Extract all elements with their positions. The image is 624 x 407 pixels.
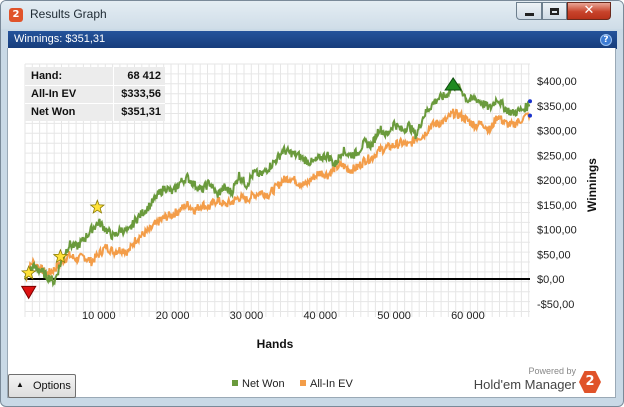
y-tick-label: $150,00 [537, 200, 577, 212]
x-tick-label: 40 000 [303, 310, 337, 322]
x-tick-label: 20 000 [156, 310, 190, 322]
y-axis-label: Winnings [585, 158, 599, 212]
stats-value: $351,31 [121, 106, 161, 118]
stats-value: $333,56 [121, 88, 161, 100]
brand-name: Hold'em Manager [473, 377, 576, 392]
legend-item-allin-ev[interactable]: All-In EV [300, 378, 353, 390]
legend-label: All-In EV [310, 378, 353, 390]
stats-value: 68 412 [127, 70, 161, 82]
holdem-manager-logo-icon: 2 [579, 371, 601, 393]
end-dot-icon [528, 113, 532, 118]
stats-table: Hand: 68 412 All-In EV $333,56 Net Won $… [25, 67, 165, 121]
x-axis-label: Hands [257, 337, 294, 351]
expand-up-icon: ▲ [16, 380, 24, 389]
x-tick-label: 10 000 [82, 310, 116, 322]
x-tick-label: 60 000 [451, 310, 485, 322]
legend-label: Net Won [242, 378, 285, 390]
y-tick-label: $250,00 [537, 150, 577, 162]
y-tick-label: $400,00 [537, 76, 577, 88]
stats-row-hands: Hand: 68 412 [25, 67, 165, 86]
y-tick-label: $0,00 [537, 274, 565, 286]
y-tick-label: -$50,00 [537, 299, 574, 311]
options-label: Options [33, 380, 71, 392]
y-tick-label: $300,00 [537, 126, 577, 138]
x-tick-label: 30 000 [230, 310, 264, 322]
end-dot-icon [528, 99, 532, 104]
results-chart: -$50,00 $0,00 $50,00 $100,00 $150,00 $200,00 $… [20, 63, 599, 351]
y-tick-label: $350,00 [537, 101, 577, 113]
legend-swatch [300, 380, 306, 386]
stats-key: All-In EV [31, 88, 77, 100]
legend-item-net-won[interactable]: Net Won [232, 378, 285, 390]
stats-row-allin-ev: All-In EV $333,56 [25, 85, 165, 104]
stats-key: Hand: [31, 70, 63, 82]
y-tick-label: $200,00 [537, 175, 577, 187]
x-tick-label: 50 000 [377, 310, 411, 322]
options-button[interactable]: ▲ Options [8, 374, 76, 398]
legend-swatch [232, 380, 238, 386]
stats-row-net-won: Net Won $351,31 [25, 103, 165, 121]
brand-badge: Powered by Hold'em Manager 2 [474, 365, 606, 399]
y-tick-label: $100,00 [537, 225, 577, 237]
powered-by-text: Powered by [528, 366, 576, 376]
y-tick-label: $50,00 [537, 249, 571, 261]
stats-key: Net Won [31, 106, 76, 118]
